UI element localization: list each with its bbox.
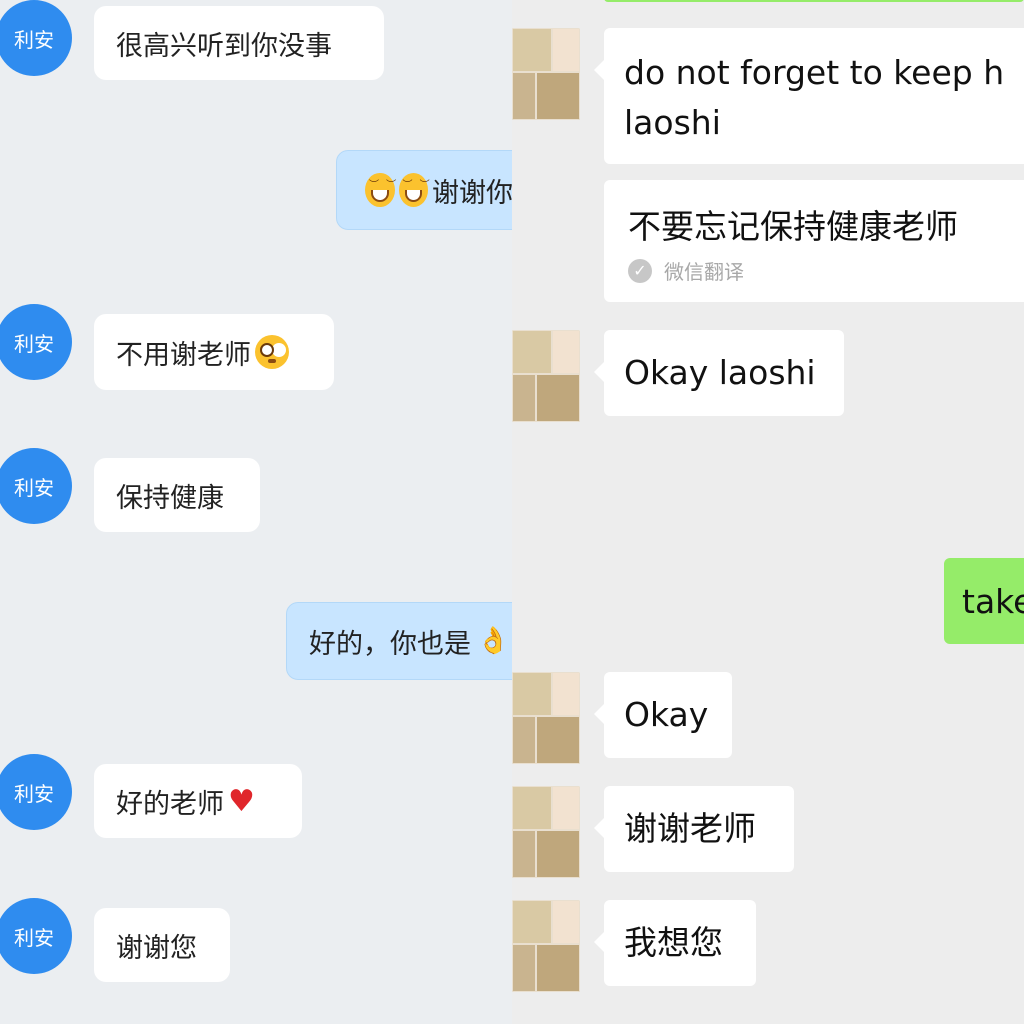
left-chat-panel: 利安 很高兴听到你没事 谢谢你 利安 不用谢老师 利安 保持健康 好的，你也是 … [0, 0, 512, 1024]
message-text: 很高兴听到你没事 [116, 30, 332, 62]
message-bubble[interactable]: 好的老师 ♥ [94, 764, 302, 838]
contact-avatar[interactable]: 利安 [0, 304, 72, 380]
message-bubble[interactable]: 好的，你也是 👌 [286, 602, 512, 680]
message-text: 谢谢您 [116, 932, 197, 964]
contact-avatar[interactable]: 利安 [0, 448, 72, 524]
sent-bubble-edge [604, 0, 1024, 2]
message-bubble[interactable]: 不用谢老师 [94, 314, 334, 390]
grin-icon [365, 173, 398, 207]
message-text: 保持健康 [116, 482, 224, 514]
message-bubble[interactable]: 保持健康 [94, 458, 260, 532]
right-chat-panel: do not forget to keep h laoshi 不要忘记保持健康老… [512, 0, 1024, 1024]
flushed-face-icon [255, 335, 289, 369]
check-circle-icon: ✓ [628, 258, 652, 283]
message-bubble[interactable]: 谢谢你 [336, 150, 512, 230]
message-text: 好的老师 [116, 788, 224, 820]
contact-avatar[interactable]: 利安 [0, 898, 72, 974]
message-bubble[interactable]: 谢谢老师 [594, 786, 794, 872]
translation-bubble[interactable]: 不要忘记保持健康老师 ✓ 微信翻译 [604, 180, 1024, 302]
message-bubble[interactable]: 谢谢您 [94, 908, 230, 982]
translation-source: ✓ 微信翻译 [628, 256, 744, 285]
message-bubble[interactable]: 我想您 [594, 900, 756, 986]
red-heart-icon: ♥ [228, 783, 255, 819]
message-bubble[interactable]: do not forget to keep h laoshi [594, 28, 1024, 164]
message-text: Okay [624, 695, 709, 734]
contact-photo-avatar[interactable] [512, 672, 580, 764]
message-text: 我想您 [624, 923, 723, 962]
message-bubble[interactable]: Okay [594, 672, 732, 758]
contact-photo-avatar[interactable] [512, 900, 580, 992]
ok-hand-icon: 👌 [477, 626, 510, 656]
message-text-line: do not forget to keep h [624, 53, 1005, 92]
message-bubble[interactable]: Okay laoshi [594, 330, 844, 416]
contact-photo-avatar[interactable] [512, 786, 580, 878]
message-text-line: laoshi [624, 103, 721, 142]
message-text: 好的，你也是 [309, 628, 471, 660]
grin-icon [398, 173, 431, 207]
sent-message-bubble[interactable]: take [944, 558, 1024, 644]
contact-avatar[interactable]: 利安 [0, 754, 72, 830]
translation-label: 微信翻译 [664, 260, 744, 284]
contact-photo-avatar[interactable] [512, 330, 580, 422]
message-text: Okay laoshi [624, 353, 816, 392]
contact-photo-avatar[interactable] [512, 28, 580, 120]
message-text: take [962, 581, 1024, 621]
message-text: 谢谢老师 [624, 809, 756, 848]
translation-text: 不要忘记保持健康老师 [628, 207, 958, 246]
message-text: 不用谢老师 [116, 339, 251, 371]
message-bubble[interactable]: 很高兴听到你没事 [94, 6, 384, 80]
message-text: 谢谢你 [432, 177, 512, 209]
contact-avatar[interactable]: 利安 [0, 0, 72, 76]
